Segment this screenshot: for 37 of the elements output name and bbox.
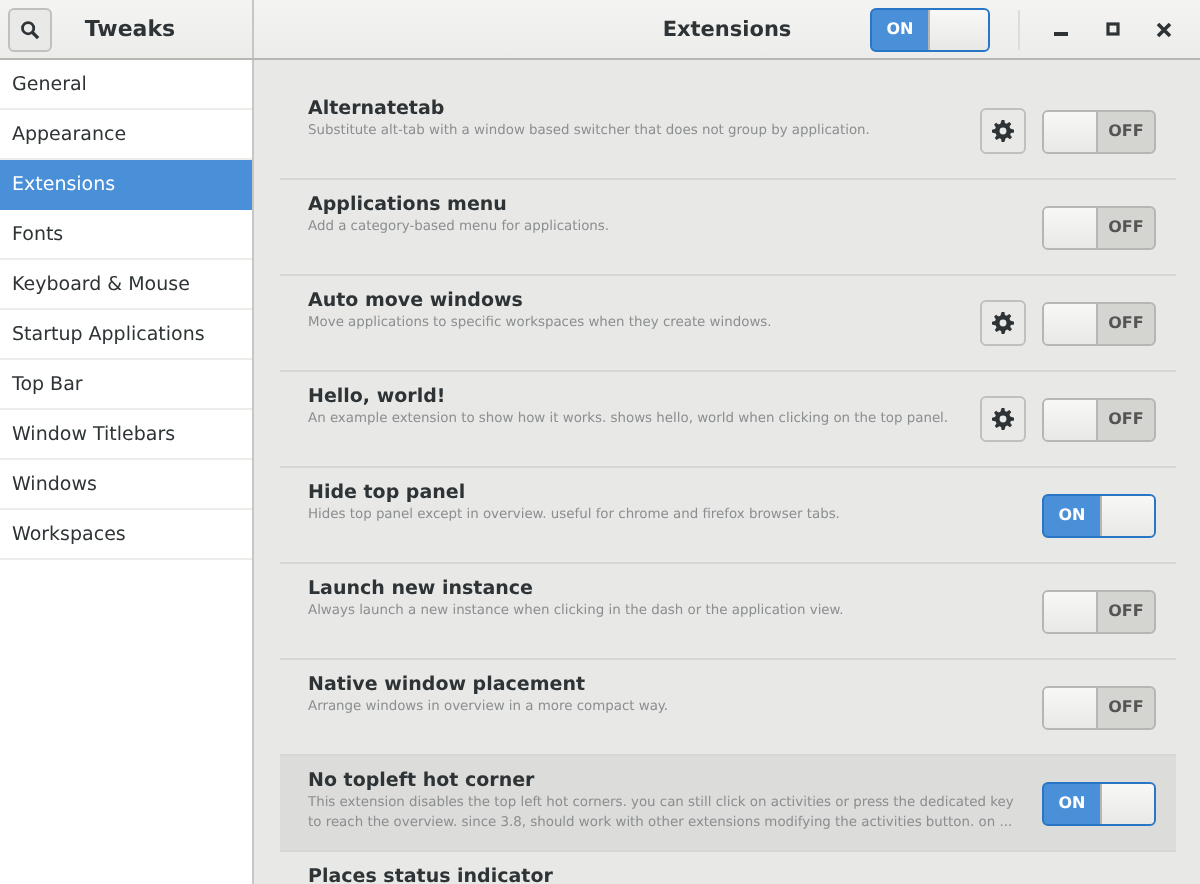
extension-name: Launch new instance: [308, 578, 535, 600]
maximize-icon: [1105, 22, 1119, 36]
toggle-switch[interactable]: OFF: [1042, 589, 1156, 633]
extension-name: Hello, world!: [308, 386, 448, 408]
sidebar-item[interactable]: Top Bar: [0, 360, 252, 410]
sidebar-item[interactable]: Workspaces: [0, 510, 252, 560]
gear-icon: [992, 120, 1014, 142]
toggle-switch[interactable]: OFF: [1042, 685, 1156, 729]
extension-name: Auto move windows: [308, 290, 525, 312]
gear-icon: [992, 312, 1014, 334]
settings-button[interactable]: [980, 396, 1026, 442]
extension-name: Hide top panel: [308, 482, 468, 504]
sidebar-item[interactable]: Fonts: [0, 210, 252, 260]
toggle-switch[interactable]: OFF: [1042, 301, 1156, 345]
extension-row[interactable]: Places status indicator: [280, 852, 1176, 884]
toggle-switch[interactable]: OFF: [1042, 109, 1156, 153]
app-title: Tweaks: [82, 16, 178, 42]
extension-name: No topleft hot corner: [308, 770, 537, 792]
toggle-switch[interactable]: OFF: [1042, 397, 1156, 441]
close-icon: [1156, 21, 1172, 37]
settings-button[interactable]: [980, 108, 1026, 154]
sidebar-item[interactable]: Keyboard & Mouse: [0, 260, 252, 310]
sidebar-item[interactable]: Windows: [0, 460, 252, 510]
extension-name: Applications menu: [308, 194, 509, 216]
search-button[interactable]: [8, 7, 52, 51]
extension-row[interactable]: [280, 756, 1176, 852]
sidebar-item[interactable]: General: [0, 60, 252, 110]
window-title: Extensions: [662, 17, 792, 41]
gear-icon: [992, 408, 1014, 430]
extension-name: Alternatetab: [308, 98, 447, 120]
search-icon: [20, 19, 40, 39]
extension-name: Places status indicator: [308, 866, 555, 884]
settings-button[interactable]: [980, 300, 1026, 346]
toggle-switch[interactable]: OFF: [1042, 205, 1156, 249]
sidebar-item[interactable]: Startup Applications: [0, 310, 252, 360]
extension-name: Native window placement: [308, 674, 587, 696]
sidebar-item[interactable]: Window Titlebars: [0, 410, 252, 460]
